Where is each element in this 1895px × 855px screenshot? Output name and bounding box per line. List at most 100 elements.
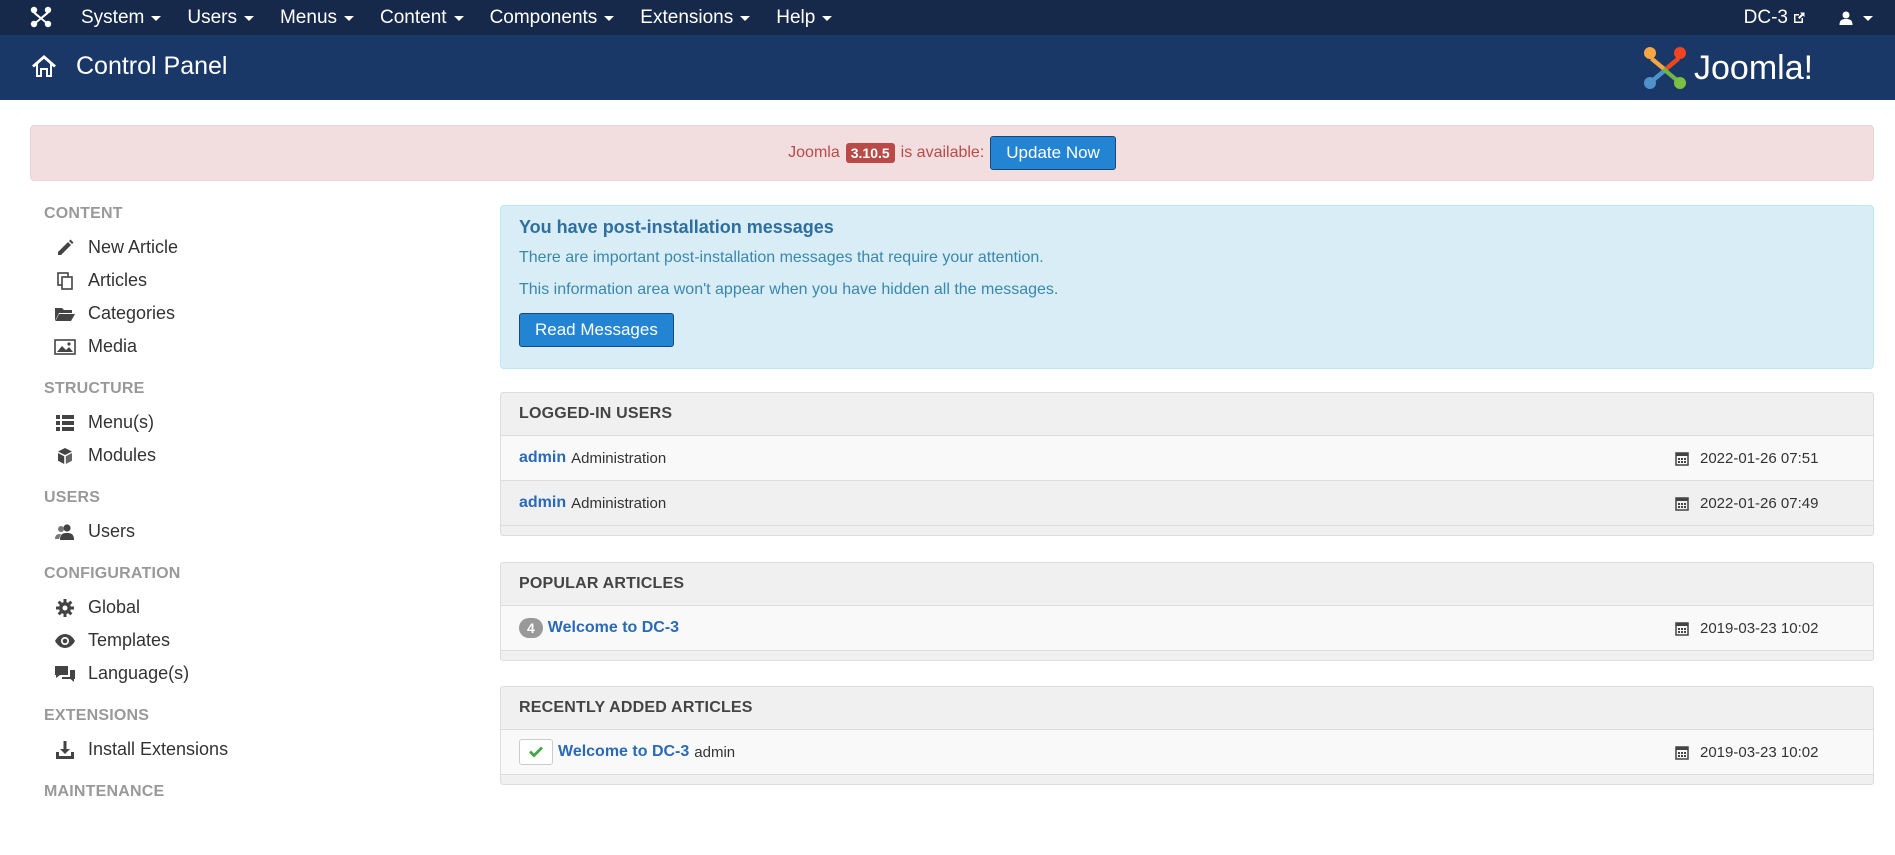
sidebar-item-modules[interactable]: Modules [44, 439, 444, 472]
sidebar-group-content: CONTENT New Article Articles Categories … [44, 205, 444, 363]
menu-label: Extensions [640, 6, 734, 28]
date-text: 2019-03-23 10:02 [1700, 743, 1819, 761]
menu-label: Users [187, 6, 237, 28]
user-name-link[interactable]: admin [519, 494, 566, 512]
row-date: 2019-03-23 10:02 [1675, 744, 1818, 761]
menu-extensions[interactable]: Extensions [627, 0, 763, 35]
main-menu: System Users Menus Content Components Ex… [68, 0, 845, 35]
date-text: 2019-03-23 10:02 [1700, 619, 1819, 637]
sidebar-item-label: Global [88, 597, 141, 617]
list-icon [54, 412, 76, 434]
external-link-icon [1794, 12, 1805, 23]
page-header: Control Panel Joomla! [0, 35, 1895, 100]
home-icon [32, 55, 56, 77]
menu-users[interactable]: Users [174, 0, 267, 35]
menu-system[interactable]: System [68, 0, 174, 35]
article-link[interactable]: Welcome to DC-3 [548, 619, 679, 637]
folder-icon [54, 303, 76, 325]
update-suffix: is available: [900, 144, 985, 161]
sidebar-item-users[interactable]: Users [44, 515, 444, 548]
menu-label: Content [380, 6, 447, 28]
sidebar-item-label: Categories [88, 303, 176, 323]
sidebar-heading: CONFIGURATION [44, 565, 181, 582]
page-title: Control Panel [76, 52, 228, 80]
messages-title: You have post-installation messages [519, 217, 834, 237]
caret-down-icon [151, 16, 162, 21]
row-date: 2022-01-26 07:49 [1675, 495, 1818, 512]
caret-down-icon [604, 16, 615, 21]
calendar-icon [1675, 745, 1689, 760]
panel-title: LOGGED-IN USERS [519, 405, 673, 422]
messages-line: There are important post-installation me… [519, 249, 1044, 266]
brand-text: Joomla! [1694, 49, 1813, 87]
gear-icon [54, 597, 76, 619]
sidebar: CONTENT New Article Articles Categories … [44, 205, 444, 818]
joomla-brand-logo[interactable]: Joomla! [1640, 43, 1870, 93]
logged-in-users-panel: LOGGED-IN USERS admin Administration 202… [500, 392, 1874, 536]
post-install-messages: You have post-installation messages Ther… [500, 205, 1874, 369]
caret-down-icon [344, 16, 355, 21]
sidebar-group-configuration: CONFIGURATION Global Templates Language(… [44, 565, 444, 690]
sidebar-item-label: Users [88, 521, 136, 541]
hits-badge: 4 [519, 618, 543, 638]
article-link[interactable]: Welcome to DC-3 [558, 743, 689, 761]
caret-down-icon [740, 16, 751, 21]
sidebar-item-languages[interactable]: Language(s) [44, 657, 444, 690]
users-icon [54, 521, 76, 543]
sidebar-item-media[interactable]: Media [44, 330, 444, 363]
sidebar-group-structure: STRUCTURE Menu(s) Modules [44, 380, 444, 472]
panel-footer [501, 774, 1873, 784]
sidebar-item-global[interactable]: Global [44, 591, 444, 624]
update-alert: Joomla 3.10.5 is available: Update Now [30, 125, 1874, 181]
date-text: 2022-01-26 07:49 [1700, 494, 1819, 512]
article-author: admin [694, 743, 736, 761]
user-name-link[interactable]: admin [519, 449, 566, 467]
update-now-button[interactable]: Update Now [990, 136, 1116, 170]
site-name: DC-3 [1743, 6, 1788, 28]
copy-icon [54, 270, 76, 292]
read-messages-button[interactable]: Read Messages [519, 313, 674, 347]
sidebar-item-templates[interactable]: Templates [44, 624, 444, 657]
calendar-icon [1675, 451, 1689, 466]
sidebar-item-install-extensions[interactable]: Install Extensions [44, 733, 444, 766]
caret-down-icon [243, 16, 254, 21]
menu-menus[interactable]: Menus [267, 0, 367, 35]
download-icon [54, 739, 76, 761]
menu-help[interactable]: Help [763, 0, 845, 35]
sidebar-item-categories[interactable]: Categories [44, 297, 444, 330]
menu-label: Components [489, 6, 598, 28]
table-row: Welcome to DC-3 admin 2019-03-23 10:02 [501, 729, 1873, 774]
published-toggle[interactable] [519, 739, 553, 765]
table-row: admin Administration 2022-01-26 07:51 [501, 435, 1873, 480]
user-area: Administration [571, 494, 667, 512]
row-date: 2022-01-26 07:51 [1675, 450, 1818, 467]
panel-footer [501, 525, 1873, 535]
sidebar-heading: MAINTENANCE [44, 783, 165, 800]
cube-icon [54, 445, 76, 467]
update-prefix: Joomla [788, 144, 840, 161]
menu-label: Help [776, 6, 816, 28]
sidebar-item-new-article[interactable]: New Article [44, 231, 444, 264]
user-area: Administration [571, 449, 667, 467]
calendar-icon [1675, 496, 1689, 511]
sidebar-item-label: Articles [88, 270, 148, 290]
comments-icon [54, 663, 76, 685]
sidebar-item-label: Modules [88, 445, 157, 465]
panel-title: POPULAR ARTICLES [519, 575, 685, 592]
menu-content[interactable]: Content [367, 0, 477, 35]
sidebar-item-label: Templates [88, 630, 171, 650]
eye-icon [54, 630, 76, 652]
user-icon [1839, 11, 1853, 25]
sidebar-heading: CONTENT [44, 205, 123, 222]
sidebar-item-menus[interactable]: Menu(s) [44, 406, 444, 439]
sidebar-item-articles[interactable]: Articles [44, 264, 444, 297]
sidebar-item-label: Media [88, 336, 138, 356]
check-icon [529, 746, 543, 758]
menu-components[interactable]: Components [477, 0, 628, 35]
menu-label: System [81, 6, 145, 28]
joomla-logo-icon[interactable] [28, 4, 54, 30]
date-text: 2022-01-26 07:51 [1700, 449, 1819, 467]
site-link[interactable]: DC-3 [1744, 7, 1806, 29]
user-menu[interactable] [1838, 10, 1873, 26]
sidebar-heading: STRUCTURE [44, 380, 145, 397]
